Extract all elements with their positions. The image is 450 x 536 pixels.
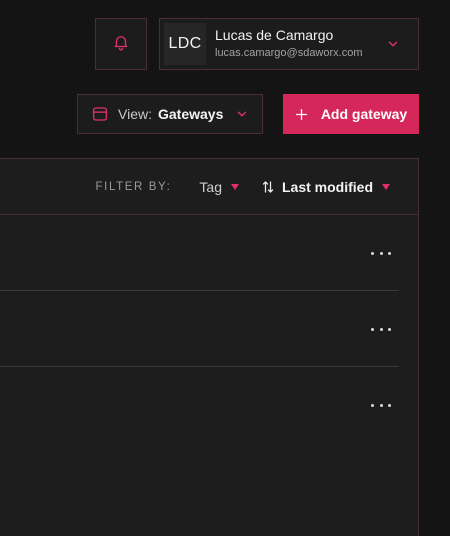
plus-icon [295, 107, 309, 121]
view-selector[interactable]: View: Gateways [77, 94, 263, 134]
filter-label: FILTER BY: [95, 180, 172, 193]
list-item[interactable] [0, 367, 399, 443]
caret-down-icon [382, 183, 390, 190]
chevron-down-icon [382, 33, 404, 55]
sort-dropdown[interactable]: Last modified [261, 179, 390, 195]
list-item[interactable] [0, 215, 399, 291]
more-horizontal-icon[interactable] [371, 247, 391, 259]
list-item[interactable] [0, 291, 399, 367]
add-gateway-label: Add gateway [320, 106, 408, 122]
user-email: lucas.camargo@sdaworx.com [215, 47, 363, 59]
more-horizontal-icon[interactable] [371, 399, 391, 411]
caret-down-icon [230, 183, 239, 190]
add-gateway-button[interactable]: Add gateway [283, 94, 419, 134]
sort-arrows-icon [261, 179, 275, 195]
notifications-button[interactable] [95, 18, 147, 70]
filter-bar: FILTER BY: Tag Last modified [0, 159, 418, 215]
tag-filter-dropdown[interactable]: Tag [199, 179, 239, 195]
gateways-page: LDC Lucas de Camargo lucas.camargo@sdawo… [0, 0, 450, 536]
browser-window-icon [90, 104, 110, 124]
sort-label: Last modified [281, 178, 373, 195]
tag-filter-label: Tag [199, 178, 222, 195]
more-horizontal-icon[interactable] [371, 323, 391, 335]
chevron-down-icon [233, 105, 251, 123]
bell-icon [112, 33, 130, 56]
view-label: View: [118, 106, 152, 122]
user-name: Lucas de Camargo [215, 27, 334, 43]
user-menu[interactable]: LDC Lucas de Camargo lucas.camargo@sdawo… [159, 18, 419, 70]
user-info: Lucas de Camargo lucas.camargo@sdaworx.c… [215, 27, 382, 61]
view-value: Gateways [157, 106, 224, 122]
avatar: LDC [164, 23, 206, 65]
gateways-list-panel: FILTER BY: Tag Last modified [0, 158, 419, 536]
